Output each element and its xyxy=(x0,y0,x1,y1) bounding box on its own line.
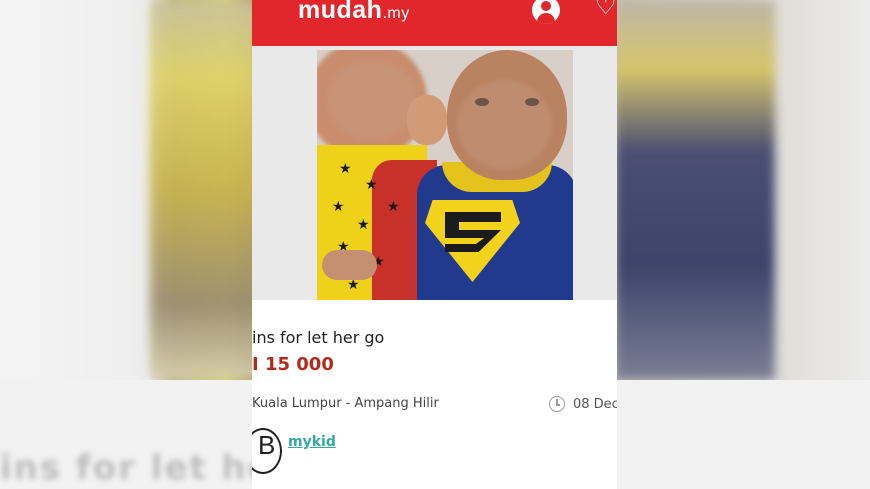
star-print: ★ xyxy=(347,277,360,293)
logo-text: mudah xyxy=(298,0,383,24)
star-print: ★ xyxy=(387,199,400,215)
user-shoulders-shape xyxy=(537,13,555,24)
app-header: mudah.my ♡ xyxy=(252,0,617,46)
user-circle-icon[interactable] xyxy=(532,0,560,24)
blurred-caption-text: ins for let her xyxy=(0,448,292,488)
mudah-logo[interactable]: mudah.my xyxy=(298,0,410,25)
listing-price: I 15 000 xyxy=(252,354,334,375)
seller-name-link[interactable]: mykid xyxy=(288,434,336,450)
listing-date: 08 Dec xyxy=(573,397,617,412)
star-print: ★ xyxy=(332,199,345,215)
photo-pixelation xyxy=(457,80,552,170)
star-print: ★ xyxy=(339,161,352,177)
star-print: ★ xyxy=(357,217,370,233)
blurred-photo-left xyxy=(150,0,260,380)
listing-title: ins for let her go xyxy=(252,328,385,347)
logo-suffix: .my xyxy=(382,5,410,22)
blurred-photo-right xyxy=(615,0,775,380)
listing-photo-area: ★ ★ ★ ★ ★ ★ ★ ★ xyxy=(252,46,617,300)
user-head-shape xyxy=(541,1,551,11)
heart-icon[interactable]: ♡ xyxy=(595,0,617,20)
listing-screen: mudah.my ♡ ★ ★ ★ ★ ★ ★ ★ ★ ins for let h… xyxy=(252,0,617,489)
listing-photo[interactable]: ★ ★ ★ ★ ★ ★ ★ ★ xyxy=(317,50,573,300)
listing-location: Kuala Lumpur - Ampang Hilir xyxy=(252,396,439,411)
star-print: ★ xyxy=(365,177,378,193)
seller-avatar-letter: B xyxy=(258,430,276,460)
photo-left-arm xyxy=(322,250,377,280)
clock-icon xyxy=(549,396,565,412)
photo-pixelation xyxy=(327,60,417,140)
